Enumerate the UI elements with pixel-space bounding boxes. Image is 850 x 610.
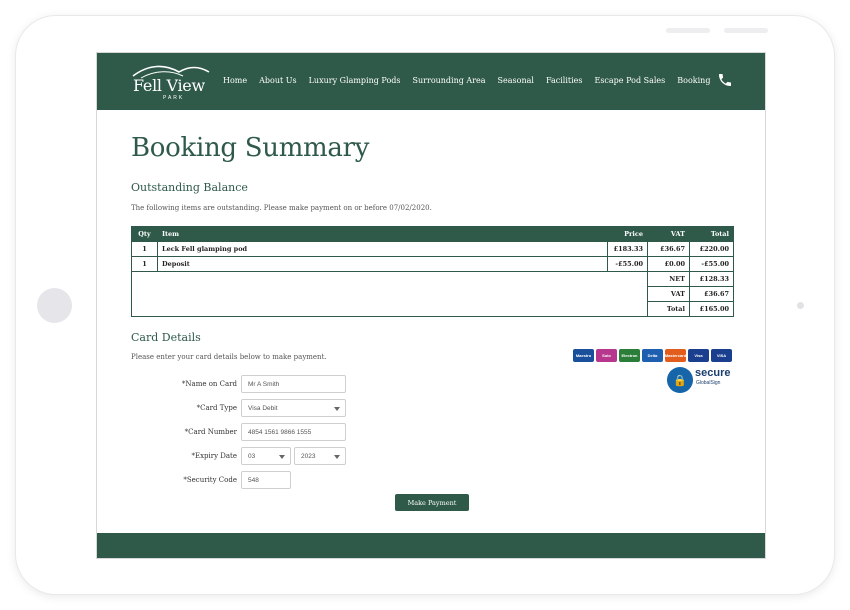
card-details-note: Please enter your card details below to … (131, 353, 327, 361)
row-vat: £36.67 (647, 241, 690, 257)
table-header-row: Qty Item Price VAT Total (131, 226, 734, 242)
expiry-year-value: 2023 (301, 452, 316, 460)
expiry-month-value: 03 (248, 452, 256, 460)
row-qty: 1 (131, 256, 158, 272)
tablet-camera (797, 302, 804, 309)
card-type-label: *Card Type (196, 404, 237, 412)
chevron-down-icon (279, 455, 285, 459)
col-vat: VAT (647, 226, 690, 242)
expiry-date-row: *Expiry Date 03 2023 (157, 447, 346, 465)
maestro-card-icon: Maestro (573, 349, 594, 362)
tablet-top-button (666, 28, 710, 33)
row-total: -£55.00 (689, 256, 734, 272)
padlock-icon: 🔒 (667, 367, 693, 393)
visa-icon: VISA (711, 349, 732, 362)
phone-icon[interactable] (717, 72, 733, 88)
site-footer (97, 533, 765, 558)
nav-seasonal[interactable]: Seasonal (498, 76, 534, 85)
tablet-top-button (724, 28, 768, 33)
name-on-card-label: *Name on Card (181, 380, 237, 388)
expiry-year-select[interactable]: 2023 (294, 447, 346, 465)
expiry-date-label: *Expiry Date (191, 452, 237, 460)
card-number-input[interactable]: 4854 1561 9866 1555 (241, 423, 346, 441)
row-price: -£55.00 (607, 256, 648, 272)
card-type-value: Visa Debit (248, 404, 278, 412)
globalsign-text: GlobalSign (696, 380, 721, 386)
nav-facilities[interactable]: Facilities (546, 76, 583, 85)
summary-value: £165.00 (689, 301, 734, 317)
page-title: Booking Summary (131, 133, 370, 163)
col-price: Price (607, 226, 648, 242)
site-header: Fell View PARK Home About Us Luxury Glam… (97, 53, 765, 110)
browser-screen: Fell View PARK Home About Us Luxury Glam… (96, 52, 766, 559)
delta-card-icon: Delta (642, 349, 663, 362)
site-logo[interactable]: Fell View PARK (129, 62, 211, 104)
nav-escape-pod-sales[interactable]: Escape Pod Sales (594, 76, 665, 85)
solo-card-icon: Solo (596, 349, 617, 362)
name-on-card-input[interactable]: Mr A Smith (241, 375, 346, 393)
summary-value: £36.67 (689, 286, 734, 302)
summary-label: NET (647, 271, 690, 287)
logo-subtext: PARK (163, 95, 185, 101)
row-item: Leck Fell glamping pod (157, 241, 608, 257)
security-code-row: *Security Code 548 (157, 471, 291, 489)
table-row: 1 Leck Fell glamping pod £183.33 £36.67 … (131, 241, 734, 257)
row-price: £183.33 (607, 241, 648, 257)
nav-home[interactable]: Home (223, 76, 247, 85)
row-vat: £0.00 (647, 256, 690, 272)
expiry-month-select[interactable]: 03 (241, 447, 291, 465)
tablet-home-button (37, 288, 72, 323)
summary-spacer (131, 271, 648, 317)
globalsign-secure-badge: 🔒 secure GlobalSign (667, 367, 733, 393)
balance-table: Qty Item Price VAT Total 1 Leck Fell gla… (131, 226, 734, 317)
nav-about-us[interactable]: About Us (259, 76, 296, 85)
security-code-label: *Security Code (183, 476, 237, 484)
make-payment-button[interactable]: Make Payment (395, 494, 469, 511)
row-total: £220.00 (689, 241, 734, 257)
electron-card-icon: Electron (619, 349, 640, 362)
outstanding-note: The following items are outstanding. Ple… (131, 204, 432, 212)
nav-luxury-glamping-pods[interactable]: Luxury Glamping Pods (309, 76, 401, 85)
secure-text: secure (695, 367, 731, 379)
card-type-row: *Card Type Visa Debit (157, 399, 346, 417)
outstanding-balance-heading: Outstanding Balance (131, 181, 248, 194)
name-on-card-row: *Name on Card Mr A Smith (157, 375, 346, 393)
logo-text: Fell View (133, 76, 205, 95)
row-qty: 1 (131, 241, 158, 257)
chevron-down-icon (334, 407, 340, 411)
summary-value: £128.33 (689, 271, 734, 287)
table-row: 1 Deposit -£55.00 £0.00 -£55.00 (131, 256, 734, 272)
row-item: Deposit (157, 256, 608, 272)
card-number-label: *Card Number (184, 428, 237, 436)
accepted-cards: Maestro Solo Electron Delta Mastercard V… (573, 349, 732, 362)
main-nav: Home About Us Luxury Glamping Pods Surro… (223, 76, 710, 85)
mastercard-icon: Mastercard (665, 349, 686, 362)
security-code-input[interactable]: 548 (241, 471, 291, 489)
nav-booking[interactable]: Booking (677, 76, 710, 85)
visa-debit-icon: Visa (688, 349, 709, 362)
nav-surrounding-area[interactable]: Surrounding Area (413, 76, 486, 85)
summary-row-net: NET £128.33 (131, 271, 734, 317)
summary-label: Total (647, 301, 690, 317)
col-item: Item (157, 226, 608, 242)
chevron-down-icon (334, 455, 340, 459)
col-qty: Qty (131, 226, 158, 242)
card-details-heading: Card Details (131, 331, 201, 344)
card-type-select[interactable]: Visa Debit (241, 399, 346, 417)
col-total: Total (689, 226, 734, 242)
summary-label: VAT (647, 286, 690, 302)
card-number-row: *Card Number 4854 1561 9866 1555 (157, 423, 346, 441)
